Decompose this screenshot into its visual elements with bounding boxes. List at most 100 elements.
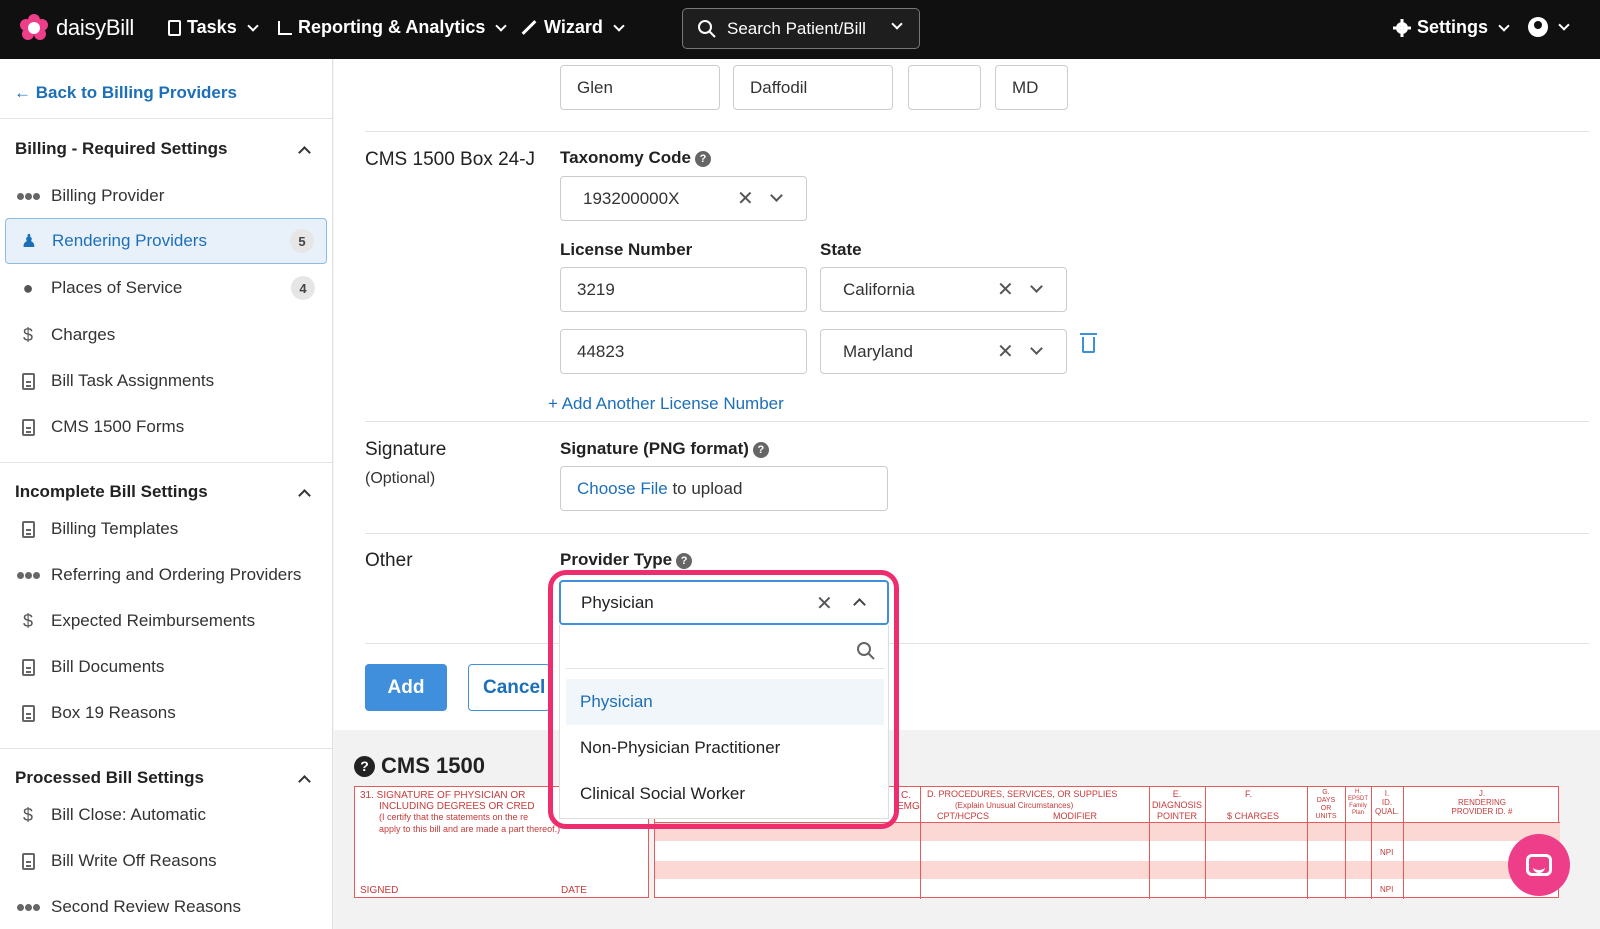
state-select[interactable]: Maryland ✕ [820,329,1067,374]
search-patient-bill[interactable]: Search Patient/Bill [682,8,920,49]
sidebar-item-label: Box 19 Reasons [51,703,176,722]
sidebar-item-rendering-providers[interactable]: ♟ Rendering Providers 5 [5,218,327,264]
trash-icon[interactable] [1080,333,1097,353]
taxonomy-code-select[interactable]: 193200000X ✕ [560,176,807,221]
col-c-header: C. EMG [897,790,920,812]
chevron-down-icon [891,18,903,30]
chevron-up-icon[interactable] [853,598,866,611]
col-f-subheader: $ CHARGES [1227,811,1280,821]
dollar-icon: $ [22,804,33,825]
brand-name: daisyBill [56,15,134,40]
chevron-down-icon[interactable] [1030,342,1043,355]
clear-icon[interactable]: ✕ [816,591,833,616]
option-physician[interactable]: Physician [566,679,884,725]
middle-initial-field[interactable] [908,65,981,110]
sidebar-item-charges[interactable]: $ Charges [5,312,327,358]
sidebar-item-bill-task-assignments[interactable]: Bill Task Assignments [5,358,327,404]
signature-upload[interactable]: Choose File to upload [560,466,888,511]
section-incomplete-bill[interactable]: Incomplete Bill Settings [15,482,208,502]
signature-field-label-text: Signature (PNG format) [560,439,749,458]
choose-file-link[interactable]: Choose File [577,479,668,499]
option-clinical-social-worker[interactable]: Clinical Social Worker [566,771,884,817]
sidebar-item-bill-close[interactable]: $ Bill Close: Automatic [5,792,327,838]
sidebar-item-second-review[interactable]: Second Review Reasons [5,884,327,929]
brand-logo[interactable]: daisyBill [20,14,134,42]
people-icon [16,565,40,585]
sidebar-item-label: Bill Write Off Reasons [51,851,217,870]
col-f-header: F. [1245,789,1253,799]
people-icon [16,186,40,206]
back-link[interactable]: ← Back to Billing Providers [14,83,237,103]
clear-icon[interactable]: ✕ [997,277,1014,302]
signature-field-label: Signature (PNG format)? [560,439,769,459]
sidebar-item-cms-1500-forms[interactable]: CMS 1500 Forms [5,404,327,450]
license-number-input[interactable]: 3219 [560,267,807,312]
dollar-icon: $ [22,610,33,631]
provider-type-select[interactable]: Physician ✕ [559,580,889,625]
arrow-left-icon: ← [14,83,31,102]
state-value: California [843,279,915,299]
help-icon[interactable]: ? [354,755,375,777]
sidebar-item-referring-ordering[interactable]: Referring and Ordering Providers [5,552,327,598]
state-select[interactable]: California ✕ [820,267,1067,312]
credential-field[interactable]: MD [995,65,1068,110]
chevron-down-icon[interactable] [770,189,783,202]
npi-label: NPI [1380,848,1394,857]
cancel-button[interactable]: Cancel [468,664,550,711]
sidebar-item-label: CMS 1500 Forms [51,417,185,436]
table-rule [1205,787,1206,899]
sidebar-item-billing-templates[interactable]: Billing Templates [5,506,327,552]
nav-reporting[interactable]: Reporting & Analytics [278,17,508,38]
chat-launcher-button[interactable] [1508,834,1570,896]
add-license-link[interactable]: + Add Another License Number [548,394,784,414]
box31-text: (I certify that the statements on the re [379,812,529,822]
license-number-label: License Number [560,240,693,259]
sidebar-item-label: Bill Task Assignments [51,371,215,390]
help-icon[interactable]: ? [676,553,693,569]
sidebar-item-label: Places of Service [51,278,183,297]
sidebar-item-expected-reimbursements[interactable]: $ Expected Reimbursements [5,598,327,644]
clear-icon[interactable]: ✕ [997,339,1014,364]
sidebar-item-places-of-service[interactable]: ● Places of Service 4 [5,265,327,311]
cms-title: ? CMS 1500 [354,753,485,779]
chevron-up-icon[interactable] [298,146,311,159]
user-menu[interactable] [1528,17,1570,37]
option-non-physician-practitioner[interactable]: Non-Physician Practitioner [566,725,884,771]
nav-wizard[interactable]: Wizard [520,17,625,38]
provider-type-value: Physician [581,592,654,612]
sidebar-item-billing-provider[interactable]: Billing Provider [5,173,327,219]
last-name-field[interactable]: Daffodil [733,65,893,110]
back-link-label: Back to Billing Providers [35,83,237,102]
first-name-field[interactable]: Glen [560,65,720,110]
chevron-down-icon [1498,19,1510,32]
section-billing-required[interactable]: Billing - Required Settings [15,139,228,159]
section-processed-bill[interactable]: Processed Bill Settings [15,768,204,788]
magic-wand-icon [521,20,537,35]
provider-type-label-text: Provider Type [560,550,673,569]
sidebar-item-bill-documents[interactable]: Bill Documents [5,644,327,690]
state-value: Maryland [843,341,913,361]
nav-settings[interactable]: Settings [1393,17,1510,38]
chevron-down-icon[interactable] [1030,280,1043,293]
help-icon[interactable]: ? [694,151,711,167]
chevron-up-icon[interactable] [298,489,311,502]
help-icon[interactable]: ? [752,442,769,458]
signed-label: SIGNED [360,885,399,896]
license-number-input[interactable]: 44823 [560,329,807,374]
chevron-down-icon [1558,19,1570,31]
nav-tasks[interactable]: Tasks [168,17,259,38]
dropdown-search-input[interactable] [566,633,884,669]
sidebar-item-box-19-reasons[interactable]: Box 19 Reasons [5,690,327,736]
nav-tasks-label: Tasks [187,17,237,37]
add-button[interactable]: Add [365,664,447,711]
user-avatar-icon [1528,17,1548,37]
sidebar-item-bill-write-off[interactable]: Bill Write Off Reasons [5,838,327,884]
chevron-down-icon [247,19,259,32]
col-d-modifier: MODIFIER [1053,811,1097,821]
sidebar-item-label: Billing Templates [51,519,179,538]
sidebar-item-label: Referring and Ordering Providers [51,565,302,584]
chevron-up-icon[interactable] [298,775,311,788]
col-i-header: I. ID. QUAL. [1374,789,1399,816]
nav-settings-label: Settings [1417,17,1489,37]
clear-icon[interactable]: ✕ [737,186,754,211]
